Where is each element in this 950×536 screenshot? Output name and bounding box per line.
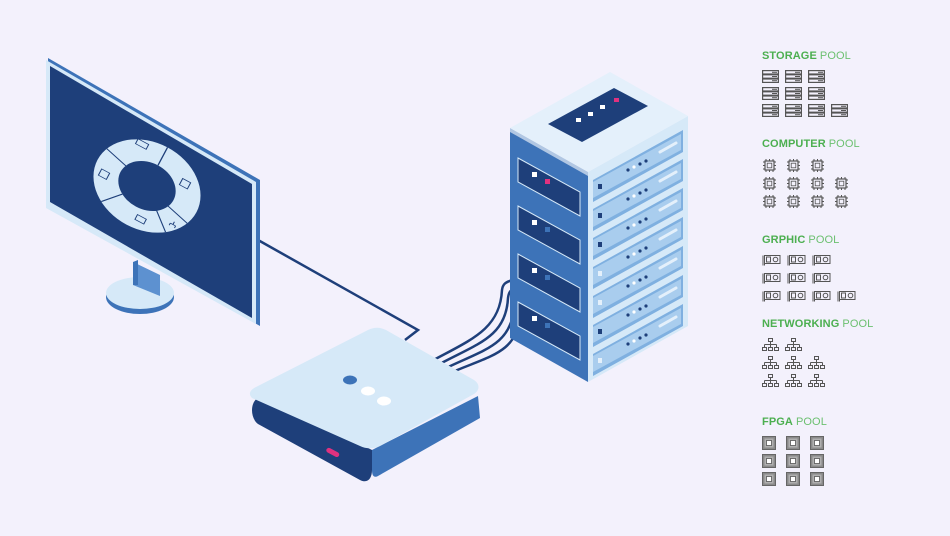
monitor	[46, 58, 260, 326]
server-rack-icon	[785, 87, 802, 100]
pool-icon-row	[762, 158, 860, 172]
pool-title-name: STORAGE	[762, 50, 817, 62]
pool-title-suffix: POOL	[795, 416, 827, 428]
server-rack-icon	[762, 70, 779, 83]
top-led-1	[576, 118, 581, 122]
server-rack-icon	[808, 104, 825, 117]
cpu-chip-icon	[810, 194, 825, 208]
graphics-card-icon	[762, 272, 781, 286]
pool-title-name: NETWORKING	[762, 318, 840, 330]
fpga-chip-icon	[762, 454, 776, 468]
top-led-3	[600, 105, 605, 109]
monitor-cable	[257, 238, 421, 341]
cpu-chip-icon	[834, 176, 849, 190]
fpga-chip-icon	[786, 454, 800, 468]
pool-icon-row	[762, 290, 856, 304]
router-led-white-1	[361, 386, 375, 396]
cpu-chip-icon	[786, 176, 801, 190]
fpga-chip-icon	[786, 436, 800, 450]
cpu-chip-icon	[786, 158, 801, 172]
cpu-chip-icon	[834, 194, 849, 208]
graphics-card-icon	[762, 254, 781, 268]
pool-title-name: FPGA	[762, 416, 793, 428]
graphics-card-icon	[812, 272, 831, 286]
network-topology-icon	[808, 374, 825, 388]
router-led-blue	[343, 375, 357, 385]
router-led-white-2	[377, 396, 391, 406]
network-topology-icon	[762, 356, 779, 370]
cpu-chip-icon	[762, 158, 777, 172]
server-rack-icon	[762, 104, 779, 117]
fpga-chip-icon	[810, 436, 824, 450]
pool-icon-row	[762, 436, 827, 450]
cpu-chip-icon	[762, 194, 777, 208]
network-topology-icon	[762, 338, 779, 352]
pool-title: STORAGE POOL	[762, 50, 851, 62]
pool-title-suffix: POOL	[819, 50, 851, 62]
graphics-card-icon	[762, 290, 781, 304]
pool-title-suffix: POOL	[808, 234, 840, 246]
top-led-pink	[614, 98, 619, 102]
server-rack-icon	[808, 70, 825, 83]
pool-icon-row	[762, 472, 827, 486]
pool-icon-row	[762, 104, 851, 117]
computer-pool: COMPUTER POOL	[762, 138, 860, 212]
top-led-2	[588, 112, 593, 116]
graphics-card-icon	[812, 290, 831, 304]
router	[249, 327, 480, 482]
fpga-pool: FPGA POOL	[762, 416, 827, 490]
graphics-card-icon	[787, 272, 806, 286]
pool-icon-row	[762, 194, 860, 208]
pool-icon-row	[762, 374, 873, 388]
graphic-pool: GRPHIC POOL	[762, 234, 856, 308]
network-topology-icon	[808, 356, 825, 370]
networking-pool: NETWORKING POOL	[762, 318, 873, 392]
fpga-chip-icon	[810, 454, 824, 468]
fpga-chip-icon	[810, 472, 824, 486]
pool-icon-row	[762, 87, 851, 100]
pool-title-name: GRPHIC	[762, 234, 806, 246]
pool-title: COMPUTER POOL	[762, 138, 860, 150]
server-rack-icon	[831, 104, 848, 117]
pool-icon-row	[762, 356, 873, 370]
pool-icon-row	[762, 176, 860, 190]
pool-icon-row	[762, 338, 873, 352]
cpu-chip-icon	[786, 194, 801, 208]
server-tower	[510, 72, 688, 382]
pool-title-suffix: POOL	[842, 318, 874, 330]
pool-title: GRPHIC POOL	[762, 234, 856, 246]
fpga-chip-icon	[786, 472, 800, 486]
server-rack-icon	[762, 87, 779, 100]
pool-icon-row	[762, 254, 856, 268]
storage-pool: STORAGE POOL	[762, 50, 851, 121]
pool-title: NETWORKING POOL	[762, 318, 873, 330]
graphics-card-icon	[812, 254, 831, 268]
cpu-chip-icon	[762, 176, 777, 190]
network-topology-icon	[762, 374, 779, 388]
pool-title: FPGA POOL	[762, 416, 827, 428]
network-topology-icon	[785, 338, 802, 352]
pool-icon-row	[762, 272, 856, 286]
pool-title-name: COMPUTER	[762, 138, 826, 150]
graphics-card-icon	[787, 290, 806, 304]
network-topology-icon	[785, 356, 802, 370]
server-rack-icon	[808, 87, 825, 100]
graphics-card-icon	[837, 290, 856, 304]
server-rack-icon	[785, 104, 802, 117]
graphics-card-icon	[787, 254, 806, 268]
network-topology-icon	[785, 374, 802, 388]
pool-title-suffix: POOL	[828, 138, 860, 150]
pool-icon-row	[762, 70, 851, 83]
server-rack-icon	[785, 70, 802, 83]
cpu-chip-icon	[810, 176, 825, 190]
cpu-chip-icon	[810, 158, 825, 172]
fpga-chip-icon	[762, 472, 776, 486]
fpga-chip-icon	[762, 436, 776, 450]
pool-icon-row	[762, 454, 827, 468]
